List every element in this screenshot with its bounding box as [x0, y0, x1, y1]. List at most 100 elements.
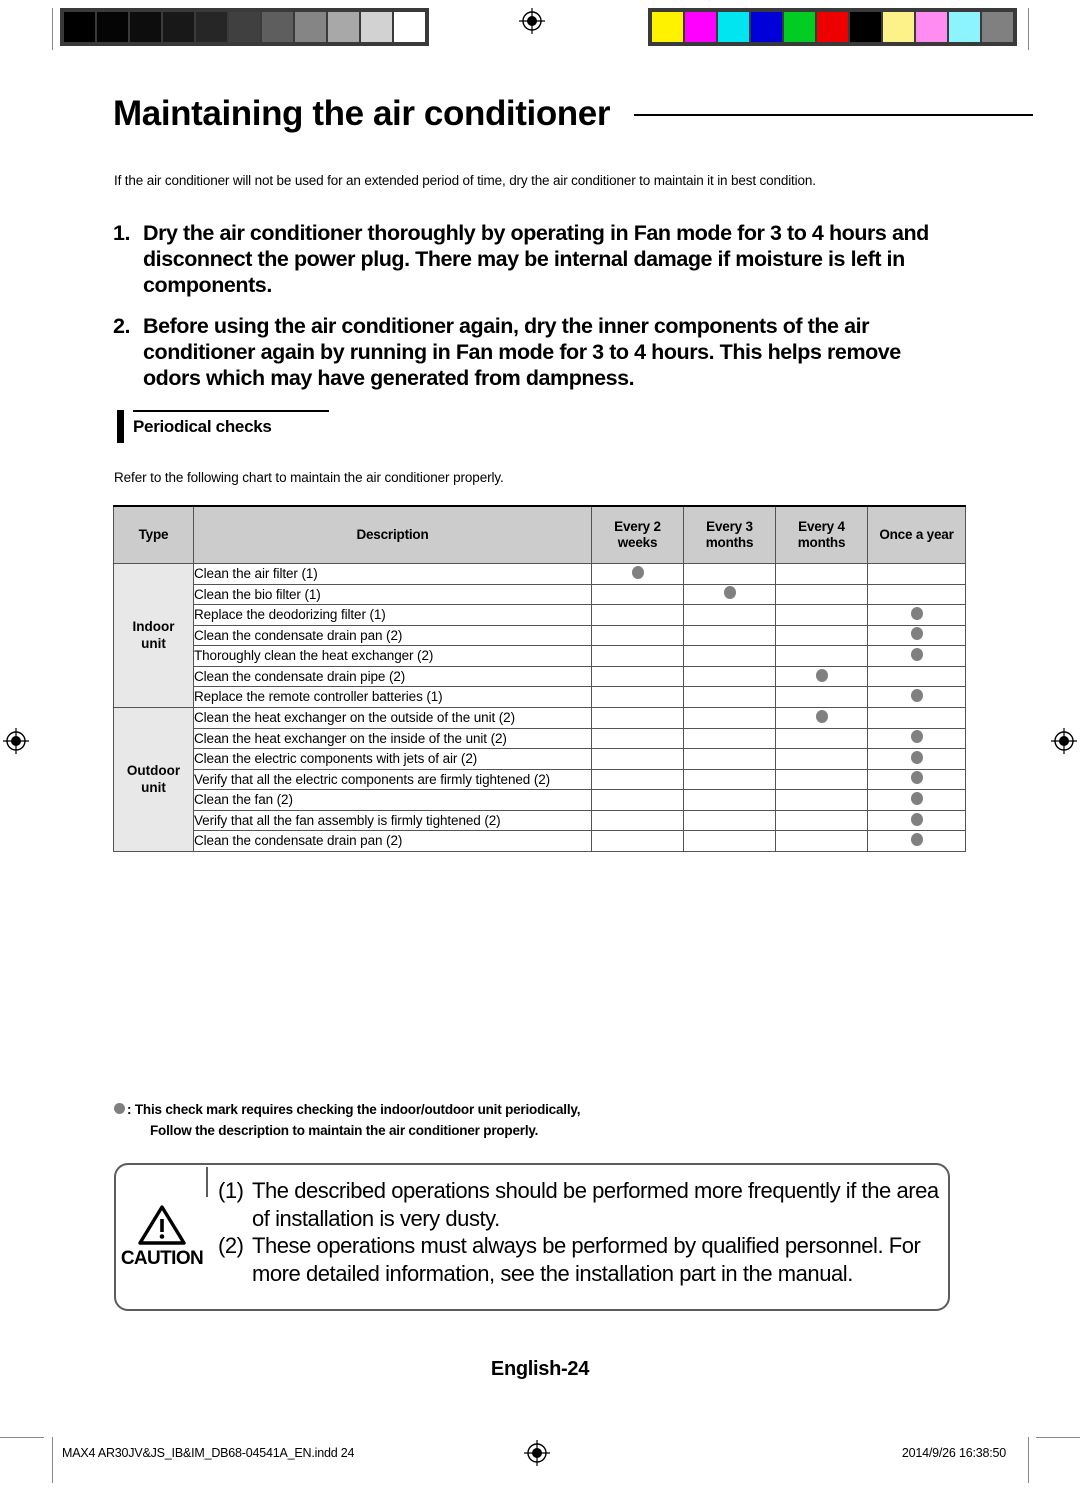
row-mark-cell-0: [591, 830, 684, 852]
check-mark-dot-icon: [910, 791, 923, 805]
table-row: Clean the electric components with jets …: [114, 748, 966, 770]
check-mark-dot-icon: [114, 1103, 125, 1114]
row-mark-cell-1: [683, 830, 776, 852]
row-description-cell: Replace the deodorizing filter (1): [193, 604, 592, 626]
row-mark-cell-3: [867, 665, 966, 688]
col-header-line1: Every 2: [614, 518, 661, 534]
caution-item: (1) The described operations should be p…: [218, 1177, 940, 1232]
row-mark-cell-0: [591, 665, 684, 688]
page-title: Maintaining the air conditioner: [113, 94, 611, 133]
caution-label-area: CAUTION: [116, 1165, 208, 1309]
row-mark-cell-2: [775, 665, 868, 688]
row-mark-cell-3: [867, 748, 966, 770]
row-mark-cell-2: [775, 727, 868, 750]
col-header-every-4-months: Every 4 months: [775, 505, 868, 564]
caution-box: CAUTION (1) The described operations sho…: [114, 1163, 950, 1311]
col-header-line2: months: [797, 535, 846, 550]
row-mark-cell-1: [683, 809, 776, 832]
check-mark-dot-icon: [910, 606, 923, 620]
row-mark-cell-0: [591, 809, 684, 832]
row-mark-cell-0: [591, 768, 684, 791]
row-description-cell: Clean the bio filter (1): [193, 583, 592, 606]
check-mark-dot-icon: [910, 750, 923, 764]
row-description-cell: Clean the condensate drain pan (2): [193, 624, 592, 647]
check-mark-dot-icon: [910, 812, 923, 826]
row-mark-cell-0: [591, 563, 684, 585]
chart-note: Refer to the following chart to maintain…: [114, 470, 504, 485]
row-mark-cell-3: [867, 706, 966, 729]
check-mark-dot-icon: [723, 586, 736, 600]
table-row: Verify that all the electric components …: [114, 768, 966, 791]
row-description-cell: Clean the air filter (1): [193, 563, 592, 585]
type-label-line2: unit: [141, 636, 166, 652]
section-title: Periodical checks: [133, 417, 272, 436]
row-mark-cell-3: [867, 686, 966, 708]
table-row: Clean the fan (2): [114, 789, 966, 811]
table-row: Thoroughly clean the heat exchanger (2): [114, 645, 966, 667]
section-accent-bar: [117, 410, 124, 443]
table-row: Clean the condensate drain pan (2): [114, 624, 966, 647]
row-mark-cell-0: [591, 583, 684, 606]
numbered-steps-list: 1. Dry the air conditioner thoroughly by…: [113, 220, 958, 405]
row-mark-cell-2: [775, 563, 868, 585]
file-slug-left: MAX4 AR30JV&JS_IB&IM_DB68-04541A_EN.indd…: [62, 1446, 355, 1460]
row-mark-cell-2: [775, 583, 868, 606]
footnote-line-1: : This check mark requires checking the …: [127, 1102, 581, 1117]
table-row: Replace the deodorizing filter (1): [114, 604, 966, 626]
check-mark-dot-icon: [815, 668, 828, 682]
footnote-line-2: Follow the description to maintain the a…: [150, 1122, 539, 1138]
step-number: 2.: [113, 313, 131, 338]
check-mark-dot-icon: [815, 709, 828, 723]
row-mark-cell-3: [867, 645, 966, 667]
step-item: 1. Dry the air conditioner thoroughly by…: [113, 220, 958, 299]
caution-label: CAUTION: [120, 1248, 204, 1269]
step-number: 1.: [113, 221, 131, 245]
row-mark-cell-3: [867, 624, 966, 647]
row-description-cell: Clean the fan (2): [193, 789, 592, 811]
row-mark-cell-0: [591, 686, 684, 708]
row-mark-cell-0: [591, 789, 684, 811]
col-header-description: Description: [193, 505, 592, 564]
caution-item-number: (2): [218, 1233, 244, 1258]
row-mark-cell-2: [775, 768, 868, 791]
section-title-wrap: Periodical checks: [133, 410, 329, 437]
row-mark-cell-0: [591, 604, 684, 626]
table-row: Clean the condensate drain pipe (2): [114, 665, 966, 688]
caution-item: (2) These operations must always be perf…: [218, 1232, 940, 1287]
row-mark-cell-3: [867, 563, 966, 585]
row-mark-cell-1: [683, 583, 776, 606]
row-mark-cell-1: [683, 706, 776, 729]
intro-paragraph: If the air conditioner will not be used …: [114, 173, 816, 188]
col-header-line2: months: [705, 535, 754, 550]
row-mark-cell-1: [683, 563, 776, 585]
row-mark-cell-0: [591, 645, 684, 667]
row-mark-cell-3: [867, 604, 966, 626]
check-mark-dot-icon: [910, 771, 923, 785]
col-header-line2: weeks: [617, 535, 658, 550]
col-header-line1: Every 4: [798, 518, 845, 534]
row-mark-cell-2: [775, 830, 868, 852]
col-header-line1: Every 3: [706, 518, 753, 534]
caution-divider: [206, 1167, 208, 1197]
check-mark-dot-icon: [910, 730, 923, 744]
row-mark-cell-3: [867, 768, 966, 791]
row-description-cell: Verify that all the fan assembly is firm…: [193, 809, 592, 832]
type-label-line2: unit: [141, 780, 166, 796]
check-mark-dot-icon: [631, 565, 644, 579]
row-description-cell: Clean the heat exchanger on the inside o…: [193, 727, 592, 750]
row-description-cell: Replace the remote controller batteries …: [193, 686, 592, 708]
row-mark-cell-3: [867, 809, 966, 832]
row-mark-cell-1: [683, 645, 776, 667]
col-header-once-a-year: Once a year: [867, 505, 966, 564]
row-mark-cell-2: [775, 809, 868, 832]
check-mark-dot-icon: [910, 648, 923, 662]
row-mark-cell-3: [867, 727, 966, 750]
row-description-cell: Verify that all the electric components …: [193, 768, 592, 791]
step-text: Before using the air conditioner again, …: [143, 313, 901, 391]
table-row: Clean the heat exchanger on the inside o…: [114, 727, 966, 750]
row-mark-cell-2: [775, 645, 868, 667]
step-item: 2. Before using the air conditioner agai…: [113, 313, 958, 392]
table-row: Verify that all the fan assembly is firm…: [114, 809, 966, 832]
caution-item-text: These operations must always be performe…: [252, 1233, 921, 1286]
row-mark-cell-0: [591, 748, 684, 770]
